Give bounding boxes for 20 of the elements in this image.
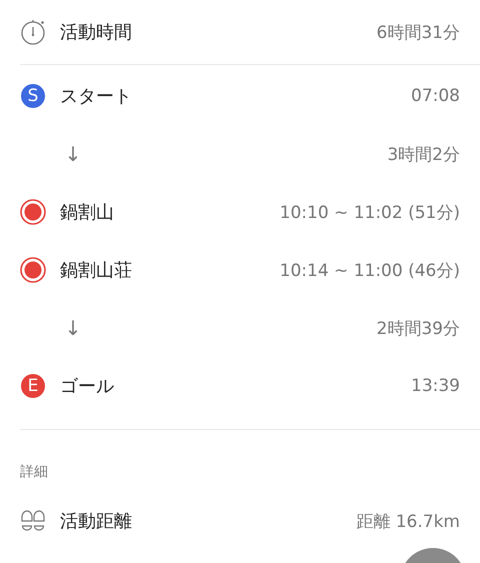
stop-label: 鍋割山荘: [60, 259, 132, 282]
duration-value: 3時間2分: [387, 144, 460, 166]
row-value: 6時間31分: [376, 22, 460, 44]
stop-label: 鍋割山: [60, 201, 114, 224]
duration-value: 2時間39分: [376, 318, 460, 340]
down-arrow: ↓: [64, 316, 82, 340]
down-arrow: ↓: [64, 142, 82, 166]
marker-badge: E: [21, 374, 45, 398]
row-label: 活動距離: [60, 510, 132, 533]
marker-badge: S: [21, 84, 45, 108]
stop-time: 07:08: [411, 86, 460, 106]
row-label: 活動時間: [60, 21, 132, 44]
stop-time: 10:10 ~ 11:02 (51分): [280, 202, 460, 224]
row-value: 距離 16.7km: [356, 510, 460, 532]
section-header: 詳細: [19, 463, 49, 482]
stop-time: 10:14 ~ 11:00 (46分): [280, 260, 460, 282]
stopwatch-icon: [20, 19, 46, 45]
stop-label: スタート: [60, 85, 132, 108]
stop-time: 13:39: [411, 376, 460, 396]
stop-label: ゴール: [60, 375, 114, 398]
